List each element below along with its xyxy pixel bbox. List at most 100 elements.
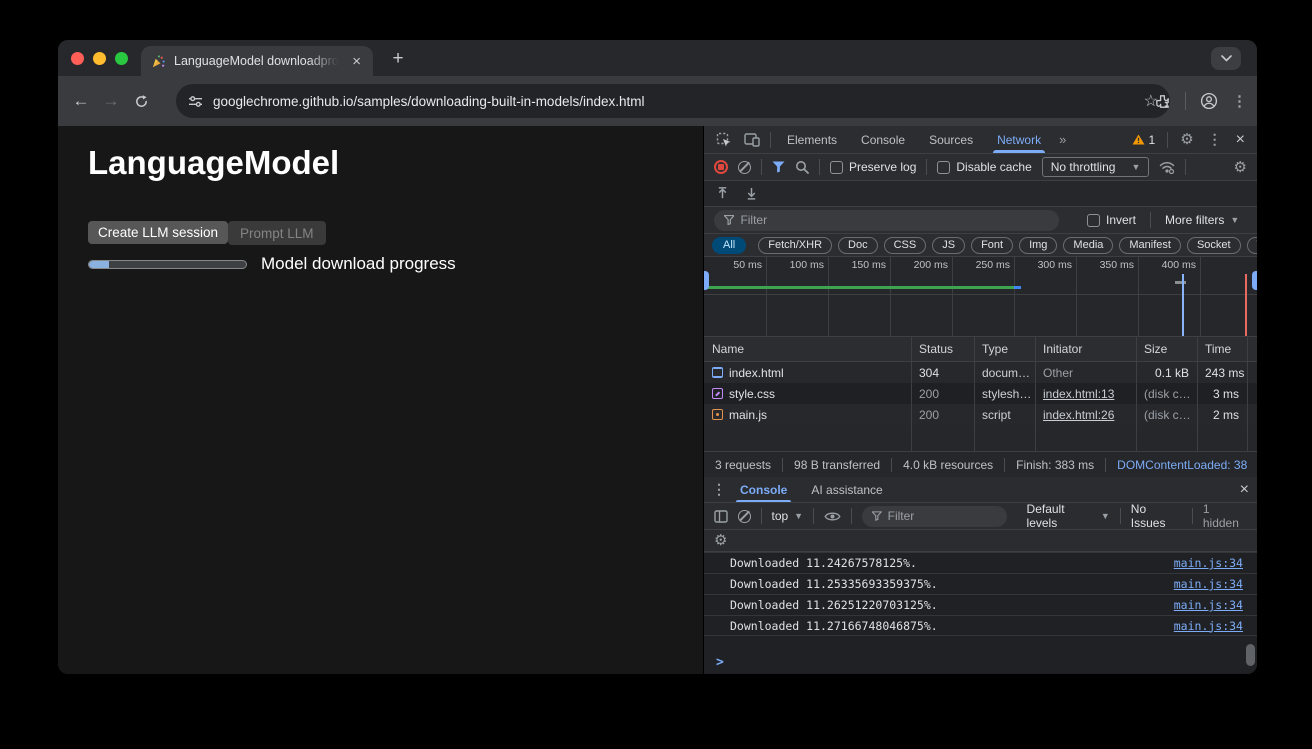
clear-network-log-button[interactable] [738, 161, 751, 174]
profile-button[interactable] [1200, 92, 1218, 110]
network-filter-field[interactable] [714, 210, 1059, 231]
request-initiator-cell[interactable]: Other [1035, 366, 1136, 380]
column-header-name[interactable]: Name [704, 342, 911, 356]
tab-search-button[interactable] [1211, 47, 1241, 70]
console-settings-button[interactable]: ⚙ [714, 533, 727, 548]
request-type-chip[interactable]: Wasm [1247, 237, 1257, 254]
network-request-row[interactable]: style.css 200 stylesh… index.html:13 (di… [704, 383, 1257, 404]
request-type-chip[interactable]: Fetch/XHR [758, 237, 832, 254]
column-header-time[interactable]: Time [1197, 342, 1247, 356]
console-source-link[interactable]: main.js:34 [1174, 577, 1243, 591]
network-request-row[interactable]: index.html 304 docum… Other 0.1 kB 243 m… [704, 362, 1257, 383]
network-conditions-button[interactable] [1159, 161, 1175, 174]
new-tab-button[interactable]: + [385, 48, 411, 70]
record-network-log-button[interactable] [714, 160, 728, 174]
devtools-close-button[interactable]: × [1230, 132, 1251, 148]
request-name-cell: main.js [704, 408, 911, 422]
invert-checkbox[interactable]: Invert [1087, 213, 1136, 227]
column-header-initiator[interactable]: Initiator [1035, 342, 1136, 356]
request-initiator-cell[interactable]: index.html:26 [1035, 408, 1136, 422]
overview-right-handle[interactable] [1252, 271, 1257, 290]
request-initiator-cell[interactable]: index.html:13 [1035, 387, 1136, 401]
browser-tab[interactable]: LanguageModel downloadpro × [141, 46, 373, 76]
network-overview[interactable]: 50 ms100 ms150 ms200 ms250 ms300 ms350 m… [704, 257, 1257, 337]
extensions-button[interactable] [1154, 93, 1171, 110]
clear-console-button[interactable] [738, 510, 751, 523]
search-network-button[interactable] [795, 160, 809, 174]
request-type-chip[interactable]: CSS [884, 237, 927, 254]
column-separator[interactable] [974, 337, 975, 451]
console-scrollbar-thumb[interactable] [1246, 644, 1255, 666]
column-separator[interactable] [1136, 337, 1137, 451]
console-source-link[interactable]: main.js:34 [1174, 619, 1243, 633]
column-separator[interactable] [1247, 337, 1248, 451]
network-filter-input[interactable] [740, 213, 1049, 227]
console-prompt[interactable]: > [704, 650, 1257, 674]
network-request-row[interactable]: main.js 200 script index.html:26 (disk c… [704, 404, 1257, 425]
back-button[interactable]: ← [66, 91, 96, 111]
request-type-chip[interactable]: JS [932, 237, 965, 254]
refresh-button[interactable] [126, 94, 156, 109]
browser-menu-button[interactable]: ⋮ [1232, 92, 1247, 110]
console-filter-field[interactable] [862, 506, 1007, 527]
request-type-chip[interactable]: Manifest [1119, 237, 1181, 254]
console-sidebar-button[interactable] [714, 510, 728, 523]
tab-network[interactable]: Network [985, 126, 1053, 153]
request-type-chip[interactable]: Img [1019, 237, 1057, 254]
more-tabs-button[interactable]: » [1053, 132, 1072, 147]
column-header-size[interactable]: Size [1136, 342, 1197, 356]
throttling-dropdown[interactable]: No throttling ▼ [1042, 157, 1150, 177]
column-header-type[interactable]: Type [974, 342, 1035, 356]
tab-console[interactable]: Console [849, 126, 917, 153]
filter-toggle-button[interactable] [772, 161, 785, 173]
timeline-gridline [1138, 257, 1139, 336]
browser-toolbar: ← → googlechrome.github.io/samples/downl… [58, 76, 1257, 126]
network-settings-button[interactable]: ⚙ [1234, 160, 1247, 175]
tab-console-drawer[interactable]: Console [730, 477, 797, 502]
console-filter-input[interactable] [888, 509, 997, 523]
column-separator[interactable] [1197, 337, 1198, 451]
hidden-messages-count[interactable]: 1 hidden [1203, 502, 1247, 530]
devtools-settings-button[interactable]: ⚙ [1174, 132, 1199, 147]
minimize-window-button[interactable] [93, 52, 106, 65]
error-badge[interactable]: 1 [1126, 133, 1162, 147]
har-row [704, 181, 1257, 207]
console-source-link[interactable]: main.js:34 [1174, 556, 1243, 570]
overview-left-handle[interactable] [704, 271, 709, 290]
request-type-chip[interactable]: Socket [1187, 237, 1241, 254]
more-filters-button[interactable]: More filters ▼ [1165, 213, 1239, 227]
toggle-device-toolbar-button[interactable] [738, 133, 766, 147]
tab-sources[interactable]: Sources [917, 126, 985, 153]
column-header-status[interactable]: Status [911, 342, 974, 356]
url-bar[interactable]: googlechrome.github.io/samples/downloadi… [176, 84, 1170, 118]
live-expression-button[interactable] [824, 511, 841, 522]
tab-close-icon[interactable]: × [350, 54, 363, 69]
preserve-log-checkbox[interactable]: Preserve log [830, 160, 916, 174]
tab-ai-assistance[interactable]: AI assistance [801, 477, 892, 502]
forward-button[interactable]: → [96, 91, 126, 111]
drawer-menu-button[interactable]: ⋮ [712, 481, 726, 498]
tab-elements[interactable]: Elements [775, 126, 849, 153]
devtools-menu-button[interactable]: ⋮ [1200, 131, 1230, 148]
request-type-chip[interactable]: Font [971, 237, 1013, 254]
close-window-button[interactable] [71, 52, 84, 65]
prompt-chevron-icon: > [716, 655, 724, 670]
request-type-chip[interactable]: Media [1063, 237, 1113, 254]
log-levels-dropdown[interactable]: Default levels ▼ [1027, 502, 1110, 530]
inspect-cursor-icon [716, 132, 732, 148]
zoom-window-button[interactable] [115, 52, 128, 65]
column-separator[interactable] [911, 337, 912, 451]
disable-cache-checkbox[interactable]: Disable cache [937, 160, 1031, 174]
column-separator[interactable] [1035, 337, 1036, 451]
issues-link[interactable]: No Issues [1131, 502, 1182, 530]
import-har-button[interactable] [716, 187, 729, 200]
export-har-button[interactable] [745, 187, 758, 200]
inspect-element-button[interactable] [710, 132, 738, 148]
context-selector[interactable]: top ▼ [771, 509, 803, 523]
drawer-close-button[interactable]: × [1240, 482, 1249, 498]
request-type-chip[interactable]: Doc [838, 237, 878, 254]
prompt-llm-button[interactable]: Prompt LLM [228, 221, 326, 245]
create-llm-session-button[interactable]: Create LLM session [88, 221, 228, 244]
request-type-chip[interactable]: All [712, 237, 746, 254]
console-source-link[interactable]: main.js:34 [1174, 598, 1243, 612]
